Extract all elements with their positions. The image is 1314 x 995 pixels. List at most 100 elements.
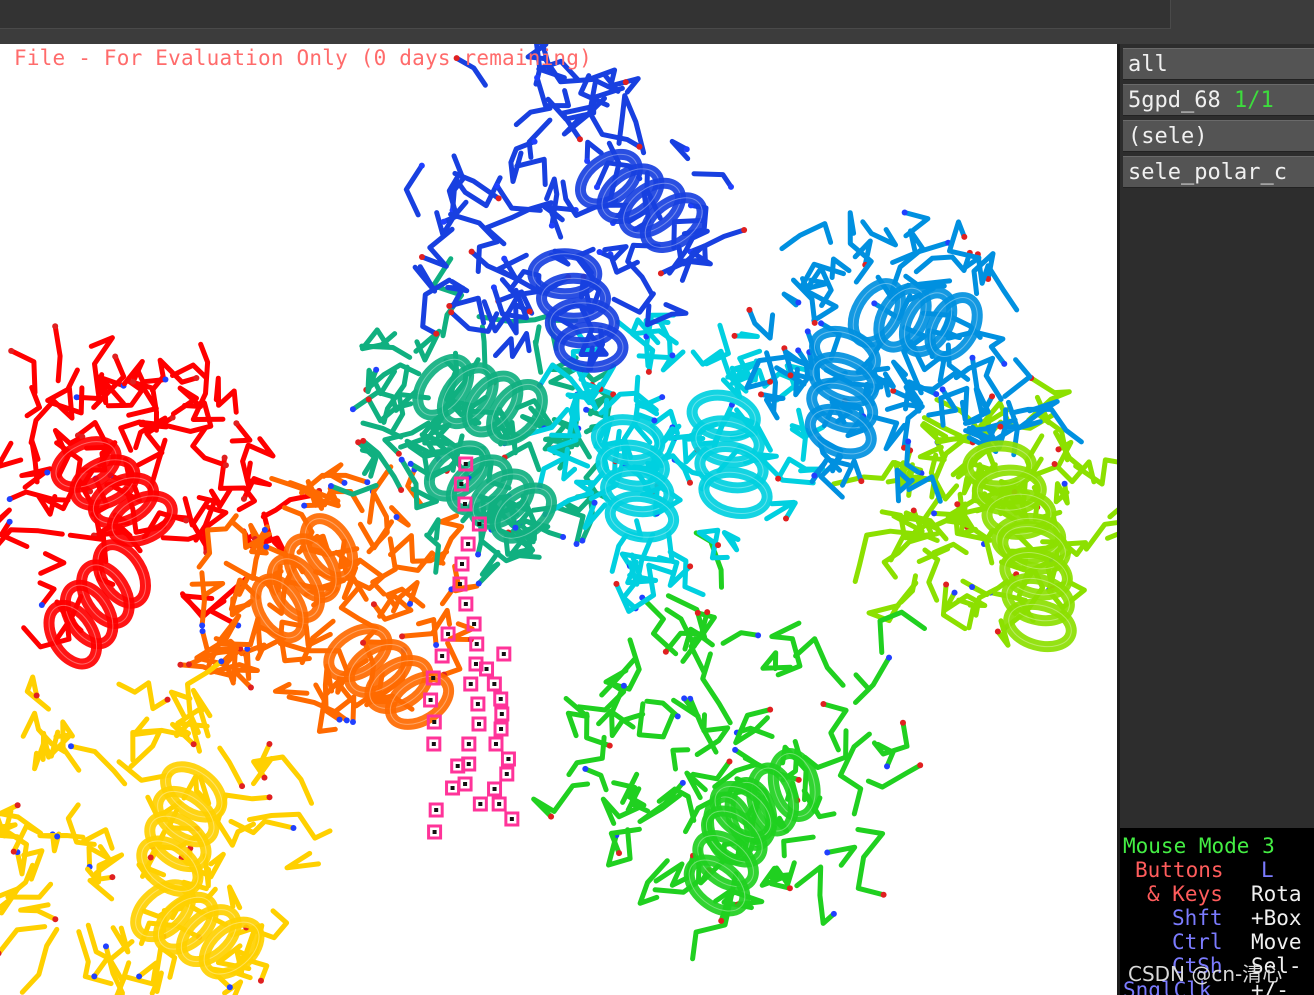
atom [8, 347, 15, 354]
state-count: 1/1 [1233, 88, 1274, 113]
side-chain-stick [721, 530, 741, 553]
side-chain-stick [917, 439, 947, 463]
side-chain-stick [0, 440, 24, 469]
side-chain-stick [670, 747, 691, 772]
atom [616, 850, 623, 857]
atom [398, 456, 405, 463]
atom [399, 633, 406, 640]
buttons-label: Buttons [1135, 858, 1224, 882]
side-chain-stick [199, 570, 207, 628]
object-row-sele[interactable]: (sele) [1123, 120, 1314, 152]
selection-marker-center [463, 602, 468, 606]
atom [406, 600, 413, 607]
side-chain-stick [691, 171, 734, 190]
atom [183, 517, 190, 524]
atom [704, 609, 711, 616]
side-chain-stick [439, 563, 461, 607]
side-chain-stick [700, 651, 733, 726]
atom [266, 794, 273, 801]
side-chain-stick [37, 580, 57, 608]
selection-marker-center [434, 808, 439, 812]
atom [239, 783, 246, 790]
atom [222, 462, 229, 469]
atom [651, 417, 658, 424]
object-row-all[interactable]: all [1123, 48, 1314, 80]
selection-marker-center [432, 830, 437, 834]
atom [6, 518, 13, 525]
atom [162, 376, 169, 383]
atom [830, 910, 837, 917]
atom [349, 719, 356, 726]
atom [393, 514, 400, 521]
side-chain-stick [116, 680, 170, 712]
side-chain-stick [537, 456, 566, 490]
side-chain-stick [425, 517, 441, 541]
atom [775, 475, 782, 482]
atom [526, 308, 533, 315]
protein-rendering[interactable] [0, 44, 1117, 995]
selection-marker-center [463, 462, 468, 466]
selection-marker-center [466, 742, 471, 746]
atom [185, 661, 192, 668]
atom [112, 353, 119, 360]
selection-marker-center [509, 817, 514, 821]
atom [931, 510, 938, 517]
command-input[interactable] [0, 0, 1171, 29]
side-chain-stick [0, 519, 30, 549]
selection-marker-center [432, 720, 437, 724]
atom [732, 746, 739, 753]
atom [1061, 480, 1068, 487]
atom [261, 526, 268, 533]
selection-marker-center [474, 642, 479, 646]
atom [475, 580, 482, 587]
keys-value: Rota [1251, 882, 1302, 906]
side-chain-stick [38, 551, 67, 576]
selection-marker-center [459, 482, 464, 486]
atom [1001, 360, 1008, 367]
atom [266, 741, 273, 748]
shift-label: Shft [1172, 906, 1223, 930]
selection-marker-center [450, 786, 455, 790]
atom [52, 916, 59, 923]
atom [190, 741, 197, 748]
selection-marker-center [499, 727, 504, 731]
atom [576, 136, 583, 143]
side-chain-stick [1105, 531, 1117, 541]
atom [395, 450, 402, 457]
selection-marker-center [440, 654, 445, 658]
selection-marker-center [466, 762, 471, 766]
object-row-sele-polar[interactable]: sele_polar_c [1123, 156, 1314, 188]
side-chain-stick [563, 696, 590, 739]
atom [715, 542, 722, 549]
selection-marker-center [492, 787, 497, 791]
atom [933, 391, 940, 398]
atom [147, 854, 154, 861]
object-name: (sele) [1128, 124, 1208, 149]
side-chain-stick [779, 221, 834, 252]
side-chain-stick [582, 766, 609, 793]
atom [475, 551, 482, 558]
side-chain-stick [637, 858, 670, 906]
atom [726, 758, 733, 765]
selection-marker-center [478, 802, 483, 806]
atom [622, 79, 629, 86]
atom [193, 374, 200, 381]
atom [954, 501, 961, 508]
atom [560, 533, 567, 540]
molecule-viewport[interactable]: File - For Evaluation Only (0 days remai… [0, 44, 1117, 995]
atom [939, 386, 946, 393]
object-row-5gpd[interactable]: 5gpd_68 1/1 [1123, 84, 1314, 116]
side-chain-stick [493, 331, 532, 359]
selection-marker-center [428, 698, 433, 702]
side-chain-stick [1073, 457, 1117, 487]
atom [10, 848, 17, 855]
atom [989, 393, 996, 400]
atom [767, 706, 774, 713]
side-chain-stick [794, 864, 837, 926]
atom [969, 354, 976, 361]
atom [398, 486, 405, 493]
atom [349, 406, 356, 413]
atom [883, 763, 890, 770]
atom [360, 639, 367, 646]
atom [490, 284, 497, 291]
